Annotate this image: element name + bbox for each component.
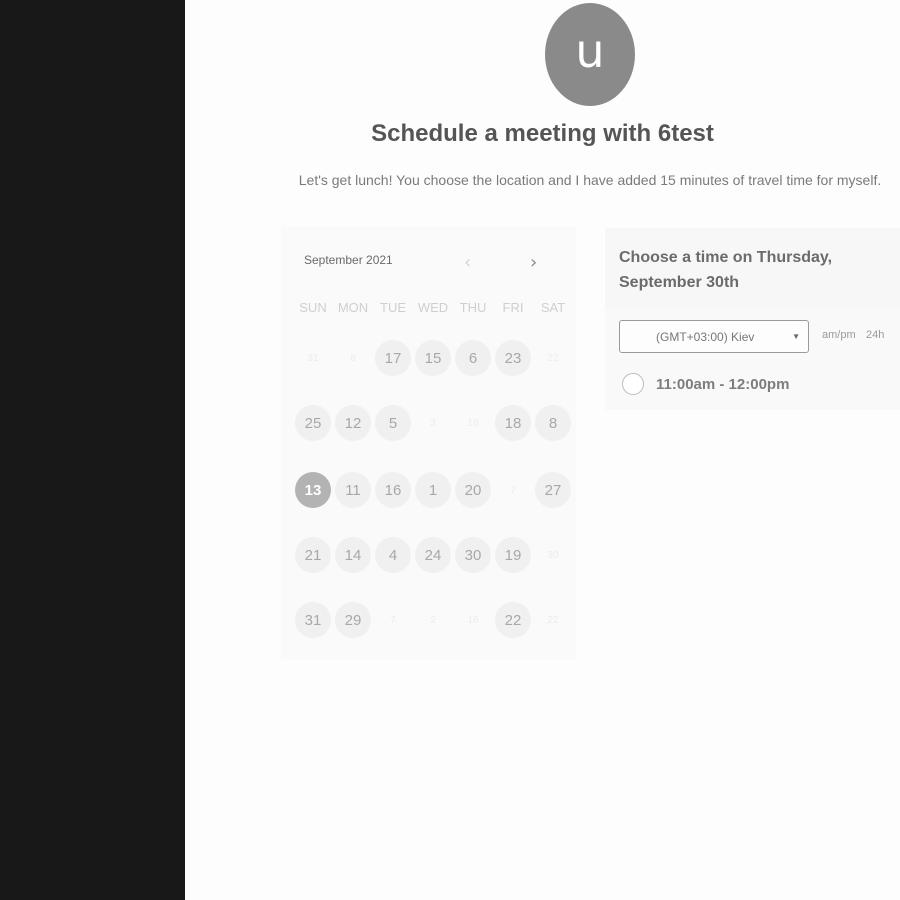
- calendar-day[interactable]: 17: [375, 340, 411, 376]
- calendar-day[interactable]: 23: [495, 340, 531, 376]
- chevron-left-icon[interactable]: ‹: [464, 252, 471, 273]
- left-sidebar: [0, 0, 185, 900]
- calendar-day: 16: [467, 614, 479, 626]
- timezone-select[interactable]: (GMT+03:00) Kiev ▼: [619, 320, 809, 353]
- calendar-day[interactable]: 22: [495, 602, 531, 638]
- chevron-right-icon[interactable]: ›: [530, 252, 537, 273]
- calendar-day[interactable]: 20: [455, 472, 491, 508]
- calendar-day[interactable]: 15: [415, 340, 451, 376]
- calendar-panel: [281, 227, 576, 660]
- calendar-day-selected[interactable]: 13: [295, 472, 331, 508]
- time-slot-label[interactable]: 11:00am - 12:00pm: [656, 376, 789, 393]
- calendar-day[interactable]: 27: [535, 472, 571, 508]
- calendar-day[interactable]: 6: [455, 340, 491, 376]
- weekday-wed: WED: [417, 300, 449, 315]
- calendar-day: 22: [547, 614, 559, 626]
- calendar-day[interactable]: 4: [375, 537, 411, 573]
- weekday-mon: MON: [337, 300, 369, 315]
- format-24h-toggle[interactable]: 24h: [866, 329, 884, 341]
- format-ampm-toggle[interactable]: am/pm: [822, 329, 856, 341]
- calendar-day: 7: [510, 484, 516, 496]
- calendar-day: 16: [467, 417, 479, 429]
- weekday-sun: SUN: [299, 300, 327, 315]
- calendar-month-label: September 2021: [304, 253, 393, 267]
- calendar-day: 2: [430, 614, 436, 626]
- avatar-initial: u: [575, 23, 605, 78]
- calendar-day[interactable]: 19: [495, 537, 531, 573]
- page-description: Let's get lunch! You choose the location…: [298, 172, 882, 188]
- calendar-day[interactable]: 24: [415, 537, 451, 573]
- caret-down-icon: ▼: [792, 332, 800, 341]
- calendar-day[interactable]: 11: [335, 472, 371, 508]
- calendar-day[interactable]: 5: [375, 405, 411, 441]
- weekday-tue: TUE: [380, 300, 406, 315]
- calendar-day[interactable]: 1: [415, 472, 451, 508]
- weekday-fri: FRI: [502, 300, 524, 315]
- timezone-value: (GMT+03:00) Kiev: [656, 329, 755, 344]
- avatar: u: [545, 3, 635, 106]
- calendar-day[interactable]: 30: [455, 537, 491, 573]
- calendar-day: 31: [307, 352, 319, 364]
- time-slot-radio[interactable]: [622, 373, 644, 395]
- calendar-day: 3: [430, 417, 436, 429]
- calendar-day[interactable]: 31: [295, 602, 331, 638]
- calendar-day: 7: [390, 614, 396, 626]
- calendar-day: 22: [547, 352, 559, 364]
- calendar-day[interactable]: 29: [335, 602, 371, 638]
- calendar-day[interactable]: 25: [295, 405, 331, 441]
- page-title: Schedule a meeting with 6test: [371, 120, 714, 147]
- calendar-day[interactable]: 21: [295, 537, 331, 573]
- time-panel-heading: Choose a time on Thursday, September 30t…: [619, 249, 833, 291]
- calendar-day: 30: [547, 549, 559, 561]
- calendar-day[interactable]: 18: [495, 405, 531, 441]
- calendar-day[interactable]: 16: [375, 472, 411, 508]
- calendar-day[interactable]: 12: [335, 405, 371, 441]
- calendar-day[interactable]: 14: [335, 537, 371, 573]
- calendar-day: 8: [350, 352, 356, 364]
- weekday-sat: SAT: [540, 300, 566, 315]
- weekday-thu: THU: [459, 300, 487, 315]
- calendar-day[interactable]: 8: [535, 405, 571, 441]
